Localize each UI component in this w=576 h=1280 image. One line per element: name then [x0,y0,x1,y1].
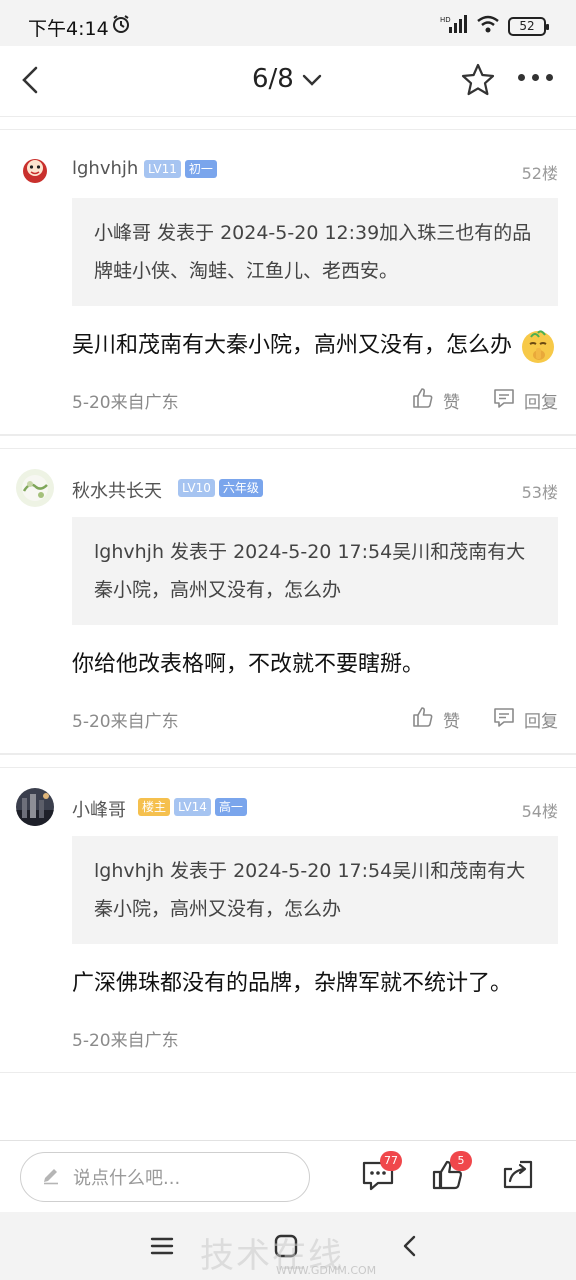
quoted-reply[interactable]: 小峰哥 发表于 2024-5-20 12:39加入珠三也有的品牌蛙小侠、淘蛙、江… [72,198,558,306]
like-label: 赞 [443,393,460,413]
bottom-action-bar: 说点什么吧... 77 5 [0,1140,576,1212]
comment-icon [492,386,516,415]
post-body: 你给他改表格啊，不改就不要瞎掰。 [72,652,425,677]
floor-number: 54楼 [521,802,558,821]
divider [0,754,576,768]
post-header: lghvhjh LV11 初一 52楼 [16,130,558,194]
grade-badge: 六年级 [218,479,263,497]
avatar[interactable] [16,469,54,507]
like-button[interactable]: 赞 [411,705,460,734]
post-header: 秋水共长天 LV10 六年级 53楼 [16,449,558,513]
like-count-badge: 5 [450,1151,472,1171]
page-indicator: 6/8 [252,64,294,94]
post-body: 广深佛珠都没有的品牌，杂牌军就不统计了。 [72,971,513,996]
username[interactable]: lghvhjh [72,158,138,179]
svg-text:HD: HD [440,16,451,24]
reply-button[interactable]: 回复 [492,386,558,415]
watermark-url: WWW.GDMM.COM [276,1264,377,1277]
wifi-icon [476,15,500,37]
post-footer: 5-20来自广东 [72,1016,558,1072]
like-button[interactable]: 赞 [411,386,460,415]
back-nav-icon[interactable] [394,1230,426,1262]
star-icon[interactable] [460,62,496,102]
like-post-button[interactable]: 5 [430,1151,472,1193]
post-body: 吴川和茂南有大秦小院，高州又没有，怎么办 [72,306,558,378]
reply-input-placeholder: 说点什么吧... [73,1168,181,1189]
user-badges: LV10 六年级 [178,479,263,497]
divider [0,435,576,449]
floor-number: 52楼 [521,164,558,183]
post-body-text: 吴川和茂南有大秦小院，高州又没有，怎么办 [72,333,513,358]
avatar[interactable] [16,788,54,826]
post-meta: 5-20来自广东 [72,712,179,732]
back-icon[interactable] [14,62,50,98]
comment-count-badge: 77 [380,1151,402,1171]
username[interactable]: 秋水共长天 [72,477,162,503]
username[interactable]: 小峰哥 [72,796,126,822]
status-icons: HD 52 [440,15,549,37]
top-nav: 6/8 [0,46,576,116]
post-footer: 5-20来自广东 赞 回复 [72,697,558,753]
post-meta: 5-20来自广东 [72,393,179,413]
thumbs-up-icon [411,705,435,734]
page-selector[interactable]: 6/8 [252,64,322,94]
post-item: 小峰哥 楼主 LV14 高一 54楼 lghvhjh 发表于 2024-5-20… [0,768,576,1073]
level-badge: LV11 [144,160,181,178]
grade-badge: 高一 [214,798,247,816]
like-label: 赞 [443,712,460,732]
post-item: 秋水共长天 LV10 六年级 53楼 lghvhjh 发表于 2024-5-20… [0,449,576,754]
quoted-reply[interactable]: lghvhjh 发表于 2024-5-20 17:54吴川和茂南有大秦小院，高州… [72,836,558,944]
reply-feed: lghvhjh LV11 初一 52楼 小峰哥 发表于 2024-5-20 12… [0,116,576,1140]
battery-icon: 52 [508,16,549,36]
avatar[interactable] [16,150,54,188]
floor-number: 53楼 [521,483,558,502]
level-badge: LV14 [174,798,211,816]
post-footer: 5-20来自广东 赞 回复 [72,378,558,434]
level-badge: LV10 [178,479,215,497]
status-bar: 下午4:14 HD 52 [0,0,576,46]
more-icon[interactable] [518,74,553,81]
grade-badge: 初一 [184,160,217,178]
owner-badge: 楼主 [138,798,171,816]
reply-input[interactable]: 说点什么吧... [20,1152,310,1202]
menu-icon[interactable] [146,1230,178,1262]
shush-emoji-icon [519,327,557,365]
divider [0,116,576,130]
signal-icon: HD [440,15,468,37]
alarm-icon [111,14,131,38]
reply-label: 回复 [524,712,558,732]
comment-icon [492,705,516,734]
thumbs-up-icon [411,386,435,415]
reply-label: 回复 [524,393,558,413]
share-button[interactable] [500,1157,536,1193]
post-meta: 5-20来自广东 [72,1031,179,1051]
chevron-down-icon [302,64,322,94]
system-nav-bar: 技术在线 WWW.GDMM.COM [0,1212,576,1280]
reply-button[interactable]: 回复 [492,705,558,734]
user-badges: LV11 初一 [144,160,217,178]
quoted-reply[interactable]: lghvhjh 发表于 2024-5-20 17:54吴川和茂南有大秦小院，高州… [72,517,558,625]
pencil-icon [41,1165,61,1190]
post-item: lghvhjh LV11 初一 52楼 小峰哥 发表于 2024-5-20 12… [0,130,576,435]
status-time: 下午4:14 [28,18,109,40]
user-badges: 楼主 LV14 高一 [138,798,247,816]
post-header: 小峰哥 楼主 LV14 高一 54楼 [16,768,558,832]
comments-button[interactable]: 77 [360,1151,402,1193]
